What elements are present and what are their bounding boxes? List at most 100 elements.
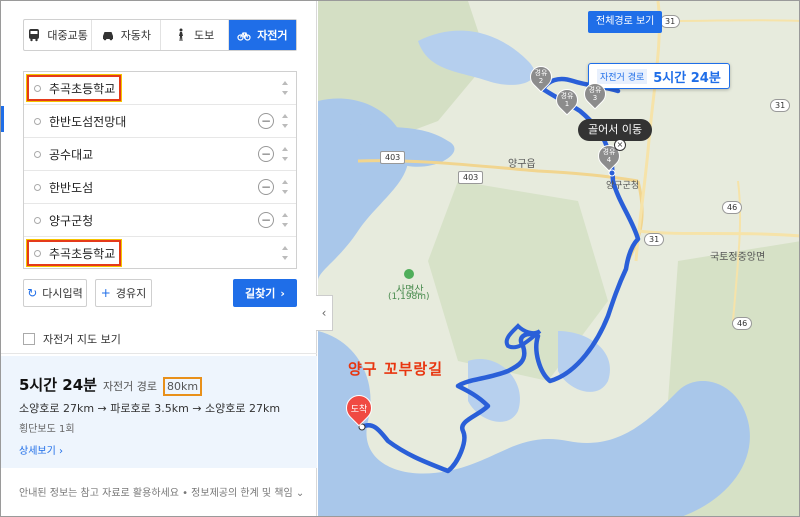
collapse-panel-button[interactable]: ‹ xyxy=(316,295,333,331)
route-waypoint[interactable]: 공수대교 − xyxy=(24,138,296,171)
result-distance: 80km xyxy=(163,377,203,396)
tab-walk-label: 도보 xyxy=(194,29,215,42)
map-view[interactable]: 양구읍 양구군청 국토정중앙면 사명산 (1,198m) 403 403 31 … xyxy=(318,1,799,516)
walk-detour-label[interactable]: 골어서 이동 xyxy=(578,119,653,141)
road-number: 46 xyxy=(732,317,753,330)
refresh-icon: ↻ xyxy=(27,286,38,300)
waypoint-name: 공수대교 xyxy=(49,147,94,162)
route-start[interactable]: 추곡초등학교 xyxy=(24,72,296,105)
result-crossing: 횡단보도 1회 xyxy=(19,424,75,435)
route-result-card[interactable]: 5시간 24분 자전거 경로 80km 소양호로 27km → 파로호로 3.5… xyxy=(1,356,317,468)
checkbox[interactable] xyxy=(23,333,35,345)
place-label: 국토정중앙면 xyxy=(710,252,766,263)
tab-bicycle-label: 자전거 xyxy=(257,29,288,42)
bubble-mode: 자전거 경로 xyxy=(597,68,648,84)
waypoint-name: 양구군청 xyxy=(49,213,94,228)
road-number: 31 xyxy=(644,233,665,246)
result-path: 소양호로 27km → 파로호로 3.5km → 소양호로 27km xyxy=(19,402,281,415)
route-destination[interactable]: 추곡초등학교 xyxy=(24,237,296,270)
walk-icon xyxy=(179,28,183,41)
road-number: 46 xyxy=(722,201,743,214)
tab-transit-label: 대중교통 xyxy=(47,29,88,42)
drag-handle-icon[interactable] xyxy=(282,213,288,227)
waypoint-name: 한반도섬 xyxy=(49,180,94,195)
road-number: 31 xyxy=(770,99,791,112)
map-annotation: 양구 꼬부랑길 xyxy=(348,360,444,378)
result-mode-label: 자전거 경로 xyxy=(102,380,158,393)
drag-handle-icon[interactable] xyxy=(282,147,288,161)
drag-handle-icon[interactable] xyxy=(282,246,288,260)
drag-handle-icon[interactable] xyxy=(282,180,288,194)
tab-transit[interactable]: 대중교통 xyxy=(24,20,93,50)
waypoint-marker-number: 4 xyxy=(606,156,612,164)
arrival-label: 도착 xyxy=(350,405,368,415)
bike-map-label: 자전거 지도 보기 xyxy=(43,333,121,346)
route-info-bubble[interactable]: 자전거 경로 5시간 24분 xyxy=(588,63,730,89)
route-waypoint[interactable]: 한반도섬 − xyxy=(24,171,296,204)
bus-icon xyxy=(29,29,40,42)
waypoint-marker-label: 경유 xyxy=(588,86,602,94)
road-number: 403 xyxy=(380,151,406,164)
drag-handle-icon[interactable] xyxy=(282,114,288,128)
route-waypoint[interactable]: 한반도섬전망대 − xyxy=(24,105,296,138)
highlight-box xyxy=(26,74,122,102)
directions-panel: 대중교통 자동차 도보 자전거 추곡초등학교 한반도섬전망대 − 공수대교 − … xyxy=(1,1,317,516)
waypoint-marker-label: 경유 xyxy=(602,148,616,156)
tab-car[interactable]: 자동차 xyxy=(92,20,161,50)
tab-car-label: 자동차 xyxy=(120,29,152,42)
reset-button[interactable]: ↻ 다시입력 xyxy=(23,279,87,307)
remove-waypoint-button[interactable]: − xyxy=(258,212,274,228)
waypoint-marker[interactable]: 경유 4 xyxy=(593,140,625,173)
waypoint-name: 한반도섬전망대 xyxy=(49,114,127,129)
point-dot-icon xyxy=(34,117,41,125)
car-icon xyxy=(102,32,113,41)
waypoint-marker-number: 3 xyxy=(592,94,598,102)
road-number: 403 xyxy=(458,171,484,184)
point-dot-icon xyxy=(34,216,41,224)
app-window: 대중교통 자동차 도보 자전거 추곡초등학교 한반도섬전망대 − 공수대교 − … xyxy=(0,0,800,517)
waypoint-marker-label: 경유 xyxy=(534,69,548,77)
waypoint-marker-number: 1 xyxy=(564,100,570,108)
remove-waypoint-button[interactable]: − xyxy=(258,146,274,162)
bubble-time: 5시간 24분 xyxy=(653,70,721,86)
waypoint-marker-label: 경유 xyxy=(560,92,574,100)
detail-link[interactable]: 상세보기 › xyxy=(19,442,63,457)
add-waypoint-button[interactable]: + 경유지 xyxy=(95,279,152,307)
transport-mode-tabs: 대중교통 자동차 도보 자전거 xyxy=(23,19,297,51)
arrival-marker[interactable]: 도착 xyxy=(340,389,378,427)
waypoint-marker[interactable]: 경유 2 xyxy=(525,61,557,94)
place-label: (1,198m) xyxy=(388,292,430,302)
waypoint-marker-number: 2 xyxy=(538,77,544,85)
place-label: 양구군청 xyxy=(606,181,640,191)
tab-bicycle[interactable]: 자전거 xyxy=(228,20,296,50)
result-summary: 5시간 24분 자전거 경로 80km xyxy=(19,374,203,396)
remove-waypoint-button[interactable]: − xyxy=(258,179,274,195)
waypoint-marker[interactable]: 경유 1 xyxy=(551,84,583,117)
active-row-indicator xyxy=(1,106,4,132)
point-dot-icon xyxy=(34,150,41,158)
result-time: 5시간 24분 xyxy=(19,376,97,394)
remove-waypoint-button[interactable]: − xyxy=(258,113,274,129)
chevron-right-icon: › xyxy=(280,286,285,300)
reset-label: 다시입력 xyxy=(42,287,83,300)
mountain-icon xyxy=(404,269,414,279)
disclaimer-text[interactable]: 안내된 정보는 참고 자료로 활용하세요 • 정보제공의 한계 및 책임 ⌄ xyxy=(19,484,304,499)
plus-icon: + xyxy=(100,286,111,300)
chevron-left-icon: ‹ xyxy=(321,306,327,320)
search-route-button[interactable]: 길찾기 › xyxy=(233,279,297,307)
point-dot-icon xyxy=(34,183,41,191)
add-waypoint-label: 경유지 xyxy=(115,287,147,300)
road-number: 31 xyxy=(660,15,681,28)
place-label: 양구읍 xyxy=(508,159,536,170)
route-waypoint[interactable]: 양구군청 − xyxy=(24,204,296,237)
highlight-box xyxy=(26,239,122,267)
tab-walk[interactable]: 도보 xyxy=(161,20,229,50)
bike-map-toggle[interactable]: 자전거 지도 보기 xyxy=(23,331,121,347)
full-route-button[interactable]: 전체경로 보기 xyxy=(588,11,663,33)
divider xyxy=(1,353,317,354)
waypoint-marker[interactable]: 경유 3 xyxy=(579,78,611,111)
route-input-list: 추곡초등학교 한반도섬전망대 − 공수대교 − 한반도섬 − 양구군청 − 추곡… xyxy=(23,71,297,269)
drag-handle-icon[interactable] xyxy=(282,81,288,95)
bicycle-icon xyxy=(237,32,251,41)
search-route-label: 길찾기 xyxy=(245,287,276,300)
